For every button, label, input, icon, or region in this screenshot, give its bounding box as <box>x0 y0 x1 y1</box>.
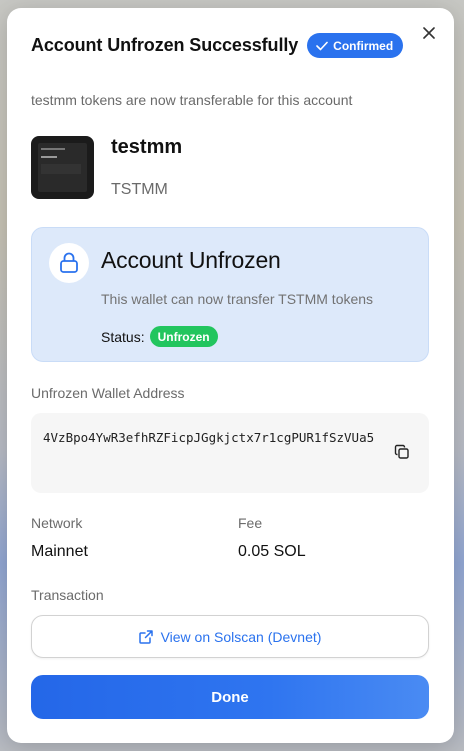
view-on-solscan-button[interactable]: View on Solscan (Devnet) <box>31 615 429 658</box>
done-button[interactable]: Done <box>31 675 429 719</box>
status-badge: Unfrozen <box>149 326 218 347</box>
status-line: Status: Unfrozen <box>101 326 218 347</box>
close-icon <box>423 27 435 39</box>
status-description: This wallet can now transfer TSTMM token… <box>101 291 374 307</box>
token-symbol: TSTMM <box>111 181 168 198</box>
checkmark-icon <box>316 41 328 50</box>
token-name: testmm <box>111 136 183 158</box>
modal-title: Account Unfrozen Successfully <box>31 35 299 55</box>
status-card: Account Unfrozen This wallet can now tra… <box>31 227 429 362</box>
copy-address-button[interactable] <box>394 444 412 462</box>
external-link-icon <box>138 629 153 644</box>
lock-icon <box>60 252 78 273</box>
address-box: 4VzBpo4YwR3efhRZFicpJGgkjctx7r1cgPUR1fSz… <box>31 413 429 493</box>
confirmed-badge: Confirmed <box>307 33 404 58</box>
address-label: Unfrozen Wallet Address <box>31 385 185 401</box>
solscan-link-label: View on Solscan (Devnet) <box>160 628 322 645</box>
status-label: Status: <box>101 328 145 345</box>
modal-subtitle: testmm tokens are now transferable for t… <box>31 92 353 108</box>
wallet-address[interactable]: 4VzBpo4YwR3efhRZFicpJGgkjctx7r1cgPUR1fSz… <box>43 428 383 448</box>
lock-icon-container <box>49 243 89 283</box>
copy-icon <box>394 444 409 459</box>
transaction-label: Transaction <box>31 587 104 603</box>
status-title: Account Unfrozen <box>101 247 281 273</box>
token-info: testmm TSTMM <box>31 136 182 199</box>
fee-label: Fee <box>238 515 263 531</box>
fee-value: 0.05 SOL <box>238 543 306 560</box>
confirmed-badge-label: Confirmed <box>333 38 394 53</box>
network-label: Network <box>31 515 83 531</box>
modal-header: Account Unfrozen Successfully Confirmed <box>31 33 404 58</box>
close-button[interactable] <box>420 24 438 42</box>
success-modal: Account Unfrozen Successfully Confirmed … <box>7 8 454 743</box>
network-value: Mainnet <box>31 543 88 560</box>
token-image <box>31 136 94 199</box>
